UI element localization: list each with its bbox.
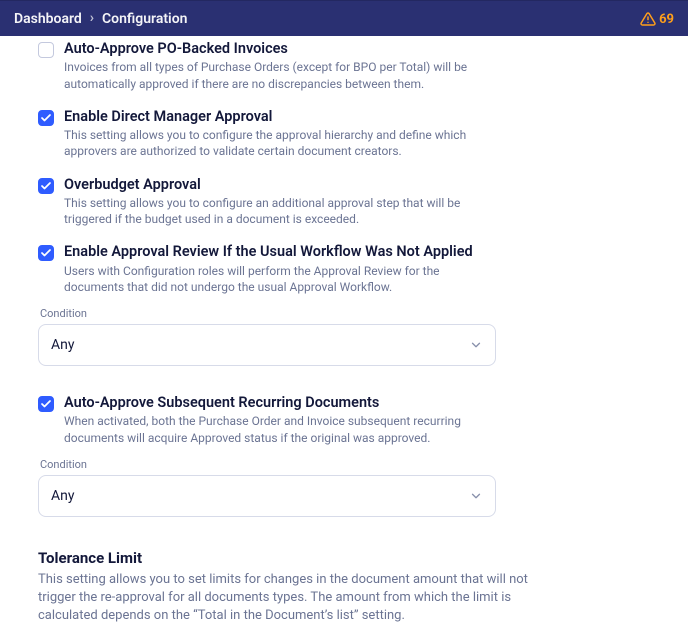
- option-desc: Invoices from all types of Purchase Orde…: [64, 59, 494, 91]
- option-desc: When activated, both the Purchase Order …: [64, 413, 494, 445]
- condition-select-1[interactable]: Any: [38, 324, 496, 366]
- tolerance-title: Tolerance Limit: [38, 549, 650, 567]
- breadcrumb-current: Configuration: [102, 11, 187, 27]
- checkbox-recurring[interactable]: [38, 396, 54, 412]
- option-direct-manager: Enable Direct Manager Approval This sett…: [38, 104, 650, 162]
- option-title: Enable Approval Review If the Usual Work…: [64, 243, 650, 260]
- checkbox-approval-review[interactable]: [38, 245, 54, 261]
- chevron-down-icon: [469, 338, 483, 352]
- checkbox-overbudget[interactable]: [38, 178, 54, 194]
- option-desc: This setting allows you to configure the…: [64, 127, 494, 159]
- checkbox-auto-approve-po[interactable]: [38, 42, 54, 58]
- condition-select-2[interactable]: Any: [38, 475, 496, 517]
- condition-value-1: Any: [51, 337, 75, 353]
- option-title: Enable Direct Manager Approval: [64, 108, 650, 125]
- top-navbar: Dashboard › Configuration 69: [0, 0, 688, 38]
- config-card: Auto-Approve PO-Backed Invoices Invoices…: [0, 36, 688, 629]
- warning-triangle-icon: [640, 11, 656, 27]
- option-desc: Users with Configuration roles will perf…: [64, 263, 494, 295]
- option-recurring: Auto-Approve Subsequent Recurring Docume…: [38, 390, 650, 448]
- breadcrumb-separator: ›: [90, 10, 94, 26]
- chevron-down-icon: [469, 489, 483, 503]
- condition-value-2: Any: [51, 488, 75, 504]
- option-approval-review: Enable Approval Review If the Usual Work…: [38, 239, 650, 297]
- condition-label-2: Condition: [40, 458, 650, 471]
- option-auto-approve-po: Auto-Approve PO-Backed Invoices Invoices…: [38, 36, 650, 94]
- option-title: Auto-Approve Subsequent Recurring Docume…: [64, 394, 650, 411]
- condition-label-1: Condition: [40, 307, 650, 320]
- breadcrumb-root[interactable]: Dashboard: [14, 11, 82, 27]
- warning-indicator[interactable]: 69: [640, 11, 674, 27]
- option-title: Overbudget Approval: [64, 176, 650, 193]
- tolerance-desc: This setting allows you to set limits fo…: [38, 571, 558, 626]
- option-title: Auto-Approve PO-Backed Invoices: [64, 40, 650, 57]
- option-desc: This setting allows you to configure an …: [64, 195, 494, 227]
- option-overbudget: Overbudget Approval This setting allows …: [38, 172, 650, 230]
- warning-count: 69: [659, 12, 674, 27]
- checkbox-direct-manager[interactable]: [38, 110, 54, 126]
